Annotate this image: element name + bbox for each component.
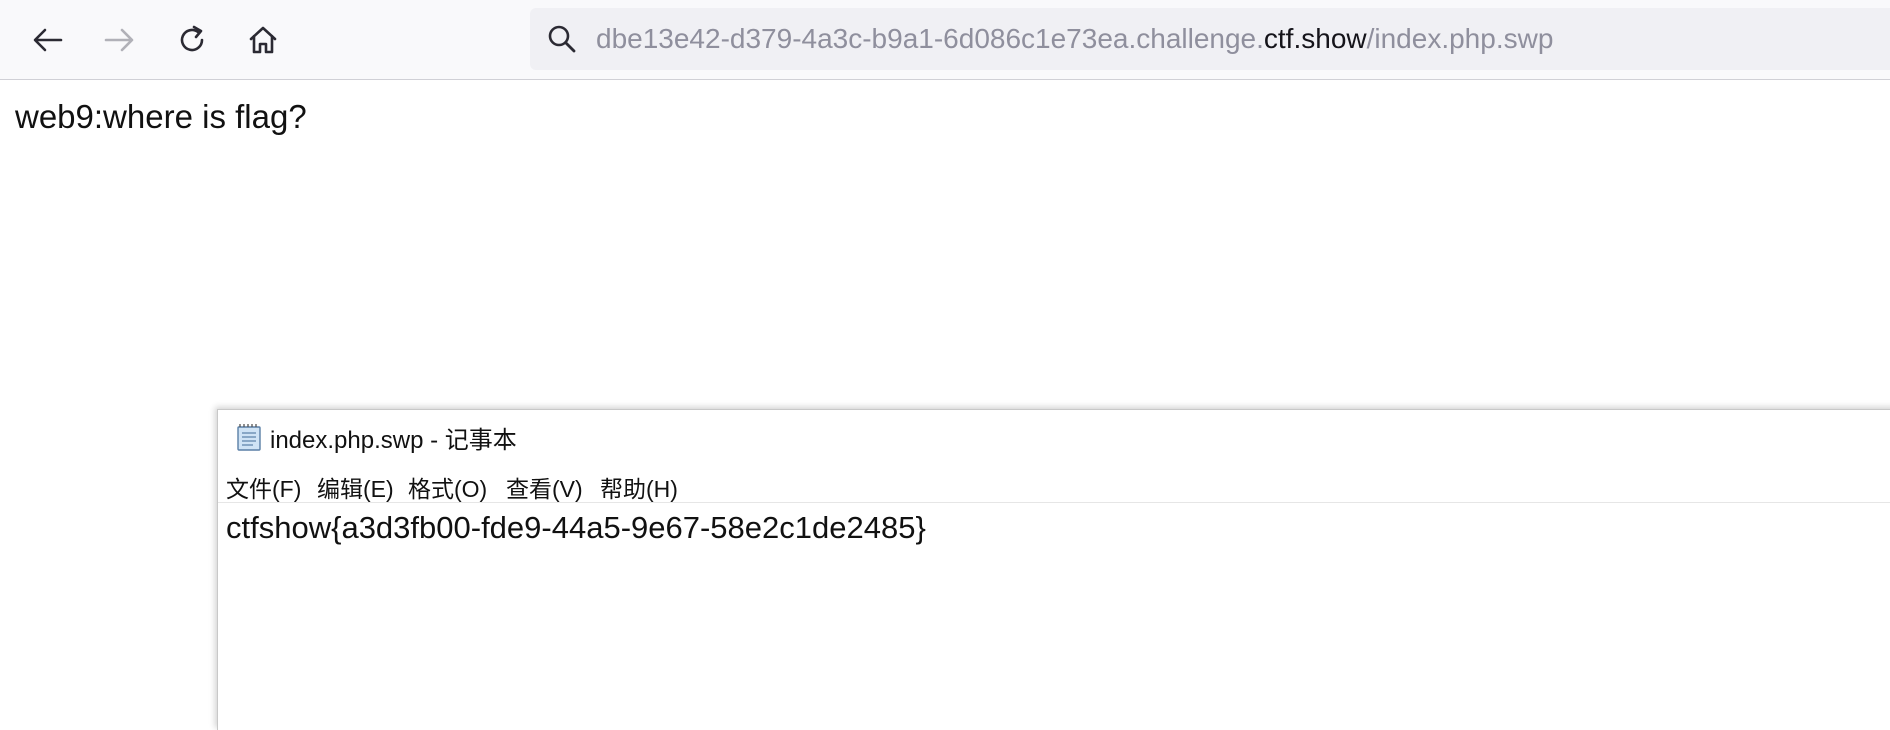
- home-button[interactable]: [239, 16, 287, 64]
- notepad-text-content[interactable]: ctfshow{a3d3fb00-fde9-44a5-9e67-58e2c1de…: [226, 510, 926, 546]
- menu-file[interactable]: 文件(F): [226, 470, 301, 504]
- reload-button[interactable]: [168, 16, 216, 64]
- search-icon: [548, 25, 576, 53]
- arrow-left-icon: [33, 28, 63, 52]
- arrow-right-icon: [104, 28, 134, 52]
- menu-view[interactable]: 查看(V): [506, 470, 583, 504]
- forward-button[interactable]: [95, 16, 143, 64]
- notepad-icon: [237, 424, 261, 451]
- notepad-menubar: 文件(F) 编辑(E) 格式(O) 查看(V) 帮助(H): [218, 466, 1890, 503]
- back-button[interactable]: [24, 16, 72, 64]
- notepad-titlebar[interactable]: index.php.swp - 记事本: [218, 410, 1890, 460]
- url-prefix: dbe13e42-d379-4a3c-b9a1-6d086c1e73ea.cha…: [596, 23, 1264, 54]
- home-icon: [249, 26, 277, 54]
- address-bar[interactable]: dbe13e42-d379-4a3c-b9a1-6d086c1e73ea.cha…: [530, 8, 1890, 70]
- browser-toolbar: dbe13e42-d379-4a3c-b9a1-6d086c1e73ea.cha…: [0, 0, 1890, 80]
- url-domain: ctf.show: [1263, 23, 1367, 54]
- menu-help[interactable]: 帮助(H): [600, 470, 678, 504]
- menu-edit[interactable]: 编辑(E): [317, 470, 394, 504]
- reload-icon: [180, 25, 204, 52]
- notepad-window: index.php.swp - 记事本 文件(F) 编辑(E) 格式(O) 查看…: [217, 409, 1890, 730]
- menu-format[interactable]: 格式(O): [408, 470, 487, 504]
- address-url[interactable]: dbe13e42-d379-4a3c-b9a1-6d086c1e73ea.cha…: [596, 8, 1553, 70]
- notepad-title: index.php.swp - 记事本: [270, 427, 517, 454]
- page-heading-text: web9:where is flag?: [15, 98, 307, 135]
- url-path: /index.php.swp: [1366, 23, 1554, 54]
